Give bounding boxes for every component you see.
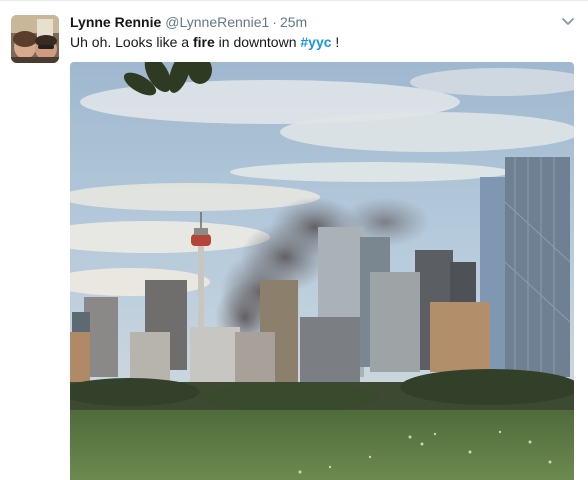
tweet-text-part3: ! xyxy=(331,34,340,50)
tweet-header: Lynne Rennie @LynneRennie1 · 25m xyxy=(70,13,307,31)
tweet-text-part2: in downtown xyxy=(214,34,301,50)
hashtag-link[interactable]: #yyc xyxy=(300,34,331,50)
tweet-text: Uh oh. Looks like a fire in downtown #yy… xyxy=(70,33,339,51)
tweet-text-part1: Uh oh. Looks like a xyxy=(70,34,193,50)
tweet-text-bold: fire xyxy=(192,34,215,50)
author-handle[interactable]: @LynneRennie1 xyxy=(165,14,269,30)
timestamp[interactable]: 25m xyxy=(280,14,307,30)
tweet-photo[interactable] xyxy=(70,62,574,480)
separator: · xyxy=(272,14,277,30)
avatar[interactable] xyxy=(11,15,59,63)
tweet-card[interactable]: Lynne Rennie @LynneRennie1 · 25m Uh oh. Loo… xyxy=(0,0,588,480)
author-name[interactable]: Lynne Rennie xyxy=(70,14,161,30)
chevron-down-icon[interactable] xyxy=(560,13,576,29)
city-fire-photo xyxy=(70,62,574,480)
avatar-image xyxy=(11,15,59,63)
